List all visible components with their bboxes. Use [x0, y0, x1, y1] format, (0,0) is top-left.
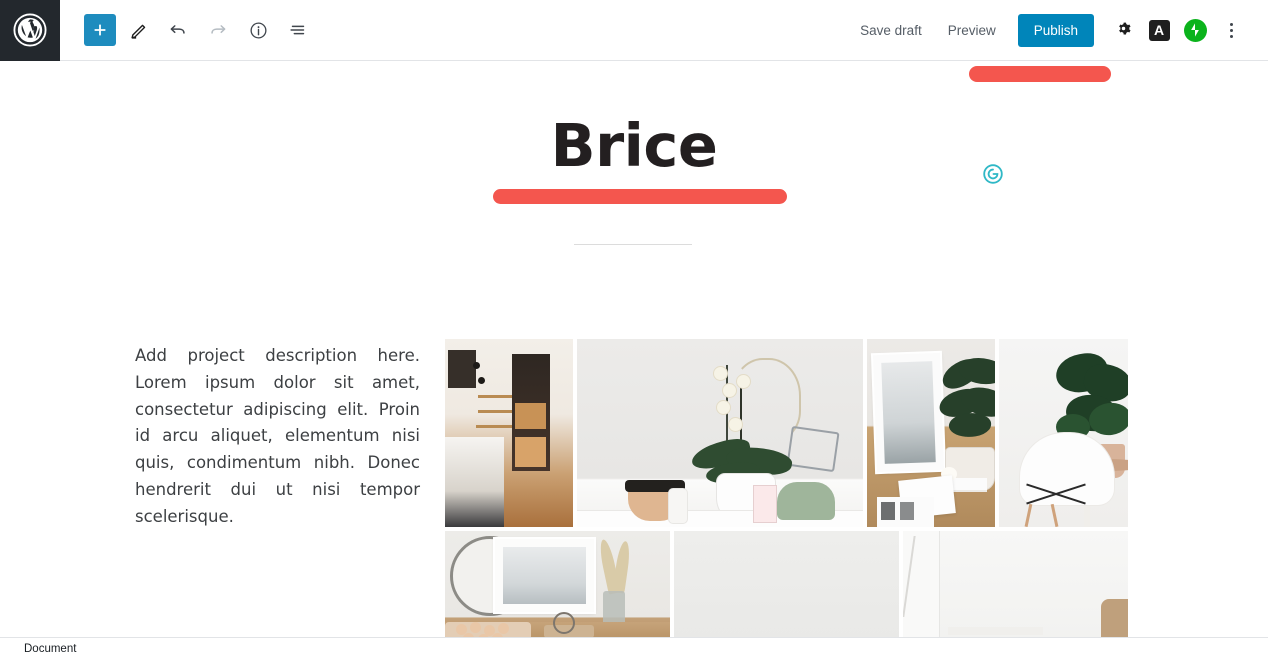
save-draft-button[interactable]: Save draft — [848, 15, 934, 46]
kebab-menu-icon — [1229, 22, 1233, 38]
photo-console — [445, 531, 670, 637]
editor-toolbar: Save draft Preview Publish A — [0, 0, 1268, 61]
settings-button[interactable] — [1106, 13, 1140, 47]
photo-room — [903, 531, 1128, 637]
jetpack-bolt-icon — [1183, 18, 1207, 42]
undo-button[interactable] — [160, 12, 196, 48]
editor-canvas[interactable]: Brice Add project description here. Lore… — [0, 61, 1268, 637]
undo-arrow-icon — [167, 19, 189, 41]
jetpack-button[interactable] — [1178, 13, 1212, 47]
redo-arrow-icon — [207, 19, 229, 41]
toolbar-left-group — [60, 0, 316, 61]
gallery-row-2 — [445, 531, 1128, 637]
breadcrumb[interactable]: Document — [0, 643, 76, 655]
more-options-button[interactable] — [1214, 13, 1248, 47]
add-block-button[interactable] — [84, 14, 116, 46]
gallery-image-orchid[interactable] — [577, 339, 863, 527]
toolbar-right-group: Save draft Preview Publish A — [848, 0, 1268, 61]
gear-icon — [1114, 19, 1133, 41]
post-title[interactable]: Brice — [0, 114, 1268, 178]
wordpress-logo-icon — [13, 13, 47, 47]
gallery-image-wall[interactable] — [674, 531, 899, 637]
project-description[interactable]: Add project description here. Lorem ipsu… — [135, 343, 420, 531]
gallery-image-room[interactable] — [903, 531, 1128, 637]
redo-button[interactable] — [200, 12, 236, 48]
list-view-icon — [287, 19, 309, 41]
wordpress-logo-button[interactable] — [0, 0, 60, 61]
photo-orchid — [577, 339, 863, 527]
red-underline-pill[interactable] — [493, 189, 787, 204]
photo-wall — [674, 531, 899, 637]
wordpress-block-editor: Save draft Preview Publish A Brice Add p… — [0, 0, 1268, 659]
grammarly-extension-button[interactable]: A — [1142, 13, 1176, 47]
plus-icon — [91, 21, 109, 39]
edit-tool-button[interactable] — [120, 12, 156, 48]
grammarly-a-icon: A — [1148, 19, 1170, 41]
pencil-icon — [128, 20, 149, 41]
thin-separator — [574, 244, 692, 245]
photo-kitchen — [445, 339, 573, 527]
grammarly-g-icon[interactable] — [982, 163, 1004, 185]
block-navigation-button[interactable] — [280, 12, 316, 48]
gallery-row-1 — [445, 339, 1128, 527]
red-pill-block[interactable] — [969, 66, 1111, 82]
image-gallery-block[interactable] — [445, 339, 1128, 637]
gallery-image-chair[interactable] — [999, 339, 1128, 527]
gallery-image-kitchen[interactable] — [445, 339, 573, 527]
gallery-image-console[interactable] — [445, 531, 670, 637]
info-circle-icon — [248, 20, 269, 41]
gallery-image-desk[interactable] — [867, 339, 995, 527]
editor-footer: Document — [0, 637, 1268, 659]
content-info-button[interactable] — [240, 12, 276, 48]
preview-button[interactable]: Preview — [936, 15, 1008, 46]
photo-chair — [999, 339, 1128, 527]
publish-button[interactable]: Publish — [1017, 13, 1094, 47]
photo-desk — [867, 339, 995, 527]
